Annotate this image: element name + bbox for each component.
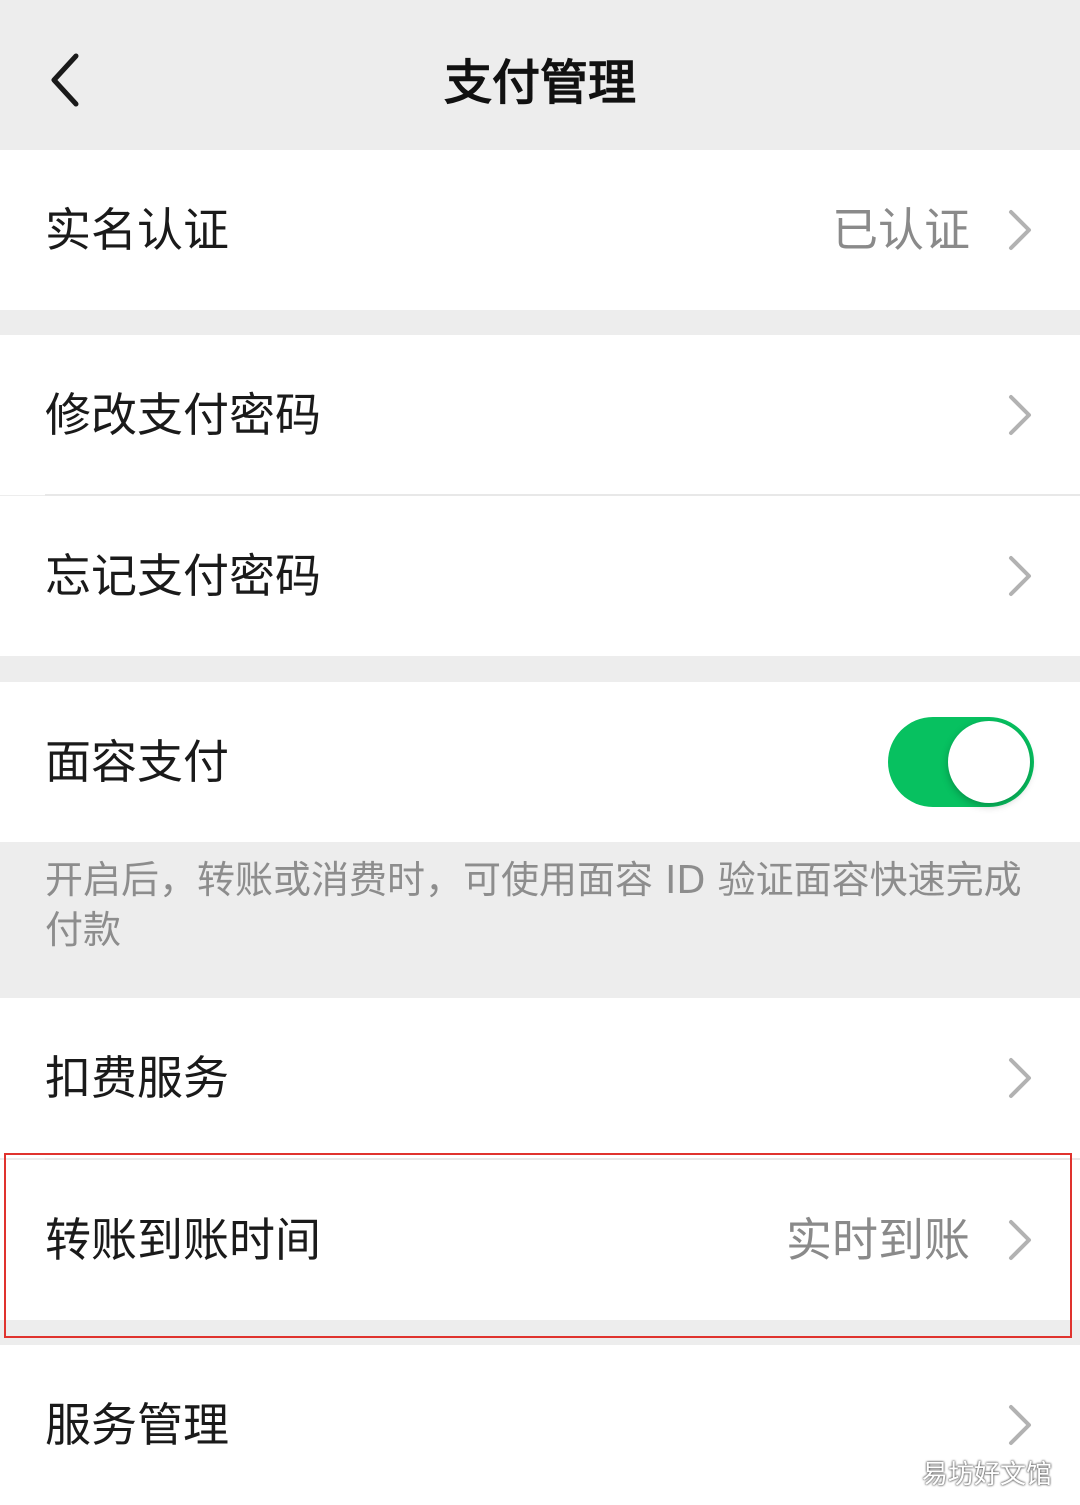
cell-label: 忘记支付密码 bbox=[45, 549, 321, 603]
cell-forget-password[interactable]: 忘记支付密码 bbox=[0, 496, 1080, 656]
cell-service-management[interactable]: 服务管理 bbox=[0, 1345, 1080, 1505]
chevron-right-icon bbox=[1009, 1405, 1031, 1445]
nav-bar: 支付管理 bbox=[0, 0, 1080, 150]
cell-label: 服务管理 bbox=[45, 1398, 229, 1452]
cell-label: 扣费服务 bbox=[45, 1051, 229, 1105]
transfer-time-value: 实时到账 bbox=[786, 1213, 970, 1267]
cell-change-password[interactable]: 修改支付密码 bbox=[0, 335, 1080, 495]
chevron-right-icon bbox=[1009, 395, 1031, 435]
chevron-right-icon bbox=[1009, 210, 1031, 250]
face-pay-toggle[interactable] bbox=[888, 717, 1034, 807]
chevron-right-icon bbox=[1009, 1220, 1031, 1260]
cell-label: 转账到账时间 bbox=[45, 1213, 321, 1267]
cell-label: 面容支付 bbox=[45, 735, 229, 789]
cell-face-pay: 面容支付 bbox=[0, 682, 1080, 842]
cell-real-name-verification[interactable]: 实名认证 已认证 bbox=[0, 150, 1080, 310]
watermark: 易坊好文馆 bbox=[921, 1460, 1052, 1490]
chevron-right-icon bbox=[1009, 1058, 1031, 1098]
cell-label: 修改支付密码 bbox=[45, 388, 321, 442]
page-title: 支付管理 bbox=[443, 55, 636, 111]
toggle-knob bbox=[948, 721, 1030, 803]
cell-deduction-service[interactable]: 扣费服务 bbox=[0, 998, 1080, 1158]
verification-status: 已认证 bbox=[832, 203, 970, 257]
cell-transfer-arrival-time[interactable]: 转账到账时间 实时到账 bbox=[0, 1160, 1080, 1320]
face-pay-hint: 开启后，转账或消费时，可使用面容 ID 验证面容快速完成付款 bbox=[45, 858, 1022, 952]
chevron-right-icon bbox=[1009, 556, 1031, 596]
cell-label: 实名认证 bbox=[45, 203, 229, 257]
